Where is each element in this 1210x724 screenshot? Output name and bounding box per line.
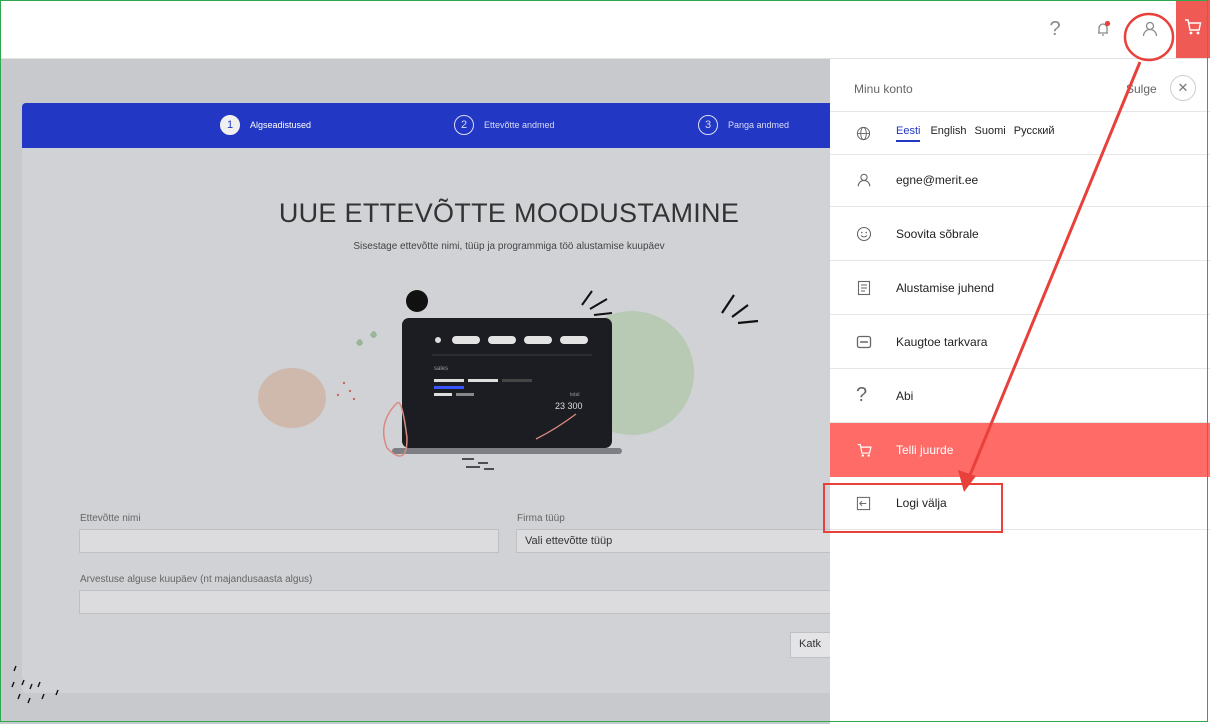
- annotation-arrow: [958, 12, 1175, 492]
